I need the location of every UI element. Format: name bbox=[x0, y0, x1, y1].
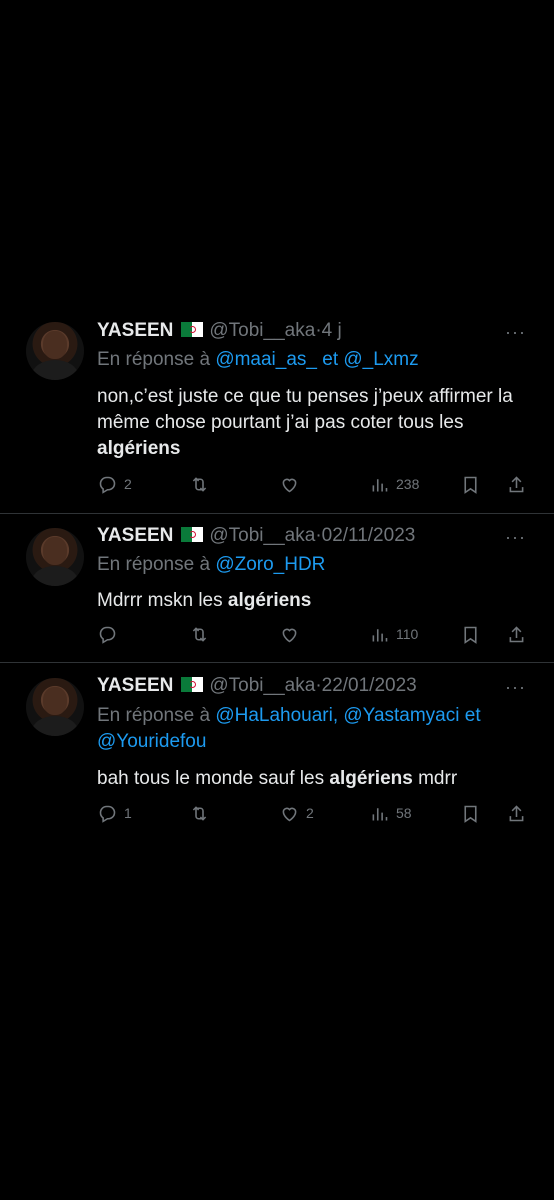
more-options-icon[interactable]: ··· bbox=[505, 322, 526, 343]
reply-mentions[interactable]: @maai_as_ et @_Lxmz bbox=[215, 349, 418, 370]
tweet-header: YASEEN @Tobi__aka·4 j bbox=[97, 320, 342, 344]
algeria-flag-icon bbox=[181, 677, 204, 692]
bookmark-icon bbox=[464, 626, 477, 644]
tweet-text: non,c’est juste ce que tu penses j’peux … bbox=[97, 384, 537, 462]
retweet-button[interactable] bbox=[189, 622, 216, 646]
tweet-header: YASEEN @Tobi__aka·02/11/2023 bbox=[97, 525, 415, 549]
tweet-divider bbox=[0, 662, 554, 663]
bookmark-icon bbox=[464, 805, 477, 823]
reply-mentions[interactable]: @Zoro_HDR bbox=[215, 554, 325, 575]
avatar[interactable] bbox=[26, 678, 84, 736]
tweet-text-plain: Mdrrr mskn les bbox=[97, 590, 223, 611]
like-icon bbox=[282, 478, 297, 492]
views-count: 110 bbox=[396, 626, 419, 642]
tweet-text-plain: bah tous le monde sauf les bbox=[97, 768, 325, 789]
retweet-icon bbox=[192, 805, 207, 821]
display-name[interactable]: YASEEN bbox=[97, 525, 173, 546]
views-button[interactable]: 238 bbox=[369, 472, 419, 496]
tweet-date[interactable]: 22/01/2023 bbox=[322, 675, 417, 696]
reply-prefix: En réponse à bbox=[97, 705, 211, 726]
tweet-date[interactable]: 4 j bbox=[322, 320, 342, 341]
reply-icon bbox=[99, 805, 116, 823]
avatar[interactable] bbox=[26, 528, 84, 586]
reply-context: En réponse à @Zoro_HDR bbox=[97, 552, 527, 578]
reply-button[interactable]: 2 bbox=[97, 472, 132, 496]
retweet-button[interactable] bbox=[189, 472, 216, 496]
user-handle[interactable]: @Tobi__aka bbox=[209, 320, 315, 341]
share-button[interactable] bbox=[506, 622, 527, 646]
reply-prefix: En réponse à bbox=[97, 349, 211, 370]
retweet-icon bbox=[192, 626, 207, 642]
action-bar: 1 2 58 bbox=[97, 801, 537, 825]
reply-prefix: En réponse à bbox=[97, 554, 211, 575]
tweet-text: Mdrrr mskn les algériens bbox=[97, 588, 537, 614]
tweet-text-after: mdrr bbox=[418, 768, 458, 789]
share-icon bbox=[509, 804, 524, 821]
tweet-header: YASEEN @Tobi__aka·22/01/2023 bbox=[97, 675, 417, 699]
like-icon bbox=[282, 628, 297, 642]
views-count: 58 bbox=[396, 805, 412, 821]
tweet-text: bah tous le monde sauf les algériens mdr… bbox=[97, 766, 537, 792]
tweet-text-plain: non,c’est juste ce que tu penses j’peux … bbox=[97, 386, 513, 433]
algeria-flag-icon bbox=[181, 322, 204, 337]
tweet-text-bold: algériens bbox=[97, 438, 181, 459]
reply-count: 1 bbox=[124, 805, 132, 821]
display-name[interactable]: YASEEN bbox=[97, 320, 173, 341]
tweet-divider bbox=[0, 513, 554, 514]
reply-button[interactable]: 1 bbox=[97, 801, 132, 825]
more-options-icon[interactable]: ··· bbox=[505, 527, 526, 548]
share-icon bbox=[509, 625, 524, 642]
user-handle[interactable]: @Tobi__aka bbox=[209, 675, 315, 696]
views-icon bbox=[372, 478, 388, 491]
action-bar: 110 bbox=[97, 622, 537, 646]
tweet-date[interactable]: 02/11/2023 bbox=[322, 525, 416, 546]
action-bar: 2 238 bbox=[97, 472, 537, 496]
avatar[interactable] bbox=[26, 322, 84, 380]
bookmark-button[interactable] bbox=[460, 472, 481, 496]
tweet-text-bold: algériens bbox=[329, 768, 413, 789]
share-button[interactable] bbox=[506, 472, 527, 496]
user-handle[interactable]: @Tobi__aka bbox=[209, 525, 315, 546]
like-icon bbox=[282, 807, 297, 821]
display-name[interactable]: YASEEN bbox=[97, 675, 173, 696]
reply-context: En réponse à @maai_as_ et @_Lxmz bbox=[97, 347, 527, 373]
reply-context: En réponse à @HaLahouari, @Yastamyaci et… bbox=[97, 703, 527, 755]
share-button[interactable] bbox=[506, 801, 527, 825]
retweet-button[interactable] bbox=[189, 801, 216, 825]
more-options-icon[interactable]: ··· bbox=[505, 677, 526, 698]
algeria-flag-icon bbox=[181, 527, 204, 542]
views-button[interactable]: 110 bbox=[369, 622, 418, 646]
like-button[interactable]: 2 bbox=[279, 801, 314, 825]
reply-button[interactable] bbox=[97, 622, 124, 646]
reply-icon bbox=[99, 626, 116, 644]
views-count: 238 bbox=[396, 476, 420, 492]
views-icon bbox=[372, 807, 388, 820]
views-icon bbox=[372, 628, 388, 641]
tweet-text-bold: algériens bbox=[227, 590, 312, 611]
like-count: 2 bbox=[306, 805, 314, 821]
views-button[interactable]: 58 bbox=[369, 801, 412, 825]
bookmark-button[interactable] bbox=[460, 622, 481, 646]
share-icon bbox=[509, 475, 524, 492]
bookmark-button[interactable] bbox=[460, 801, 481, 825]
like-button[interactable] bbox=[279, 472, 306, 496]
like-button[interactable] bbox=[279, 622, 306, 646]
reply-count: 2 bbox=[124, 476, 132, 492]
reply-icon bbox=[99, 476, 116, 494]
retweet-icon bbox=[192, 476, 207, 492]
bookmark-icon bbox=[464, 476, 477, 494]
